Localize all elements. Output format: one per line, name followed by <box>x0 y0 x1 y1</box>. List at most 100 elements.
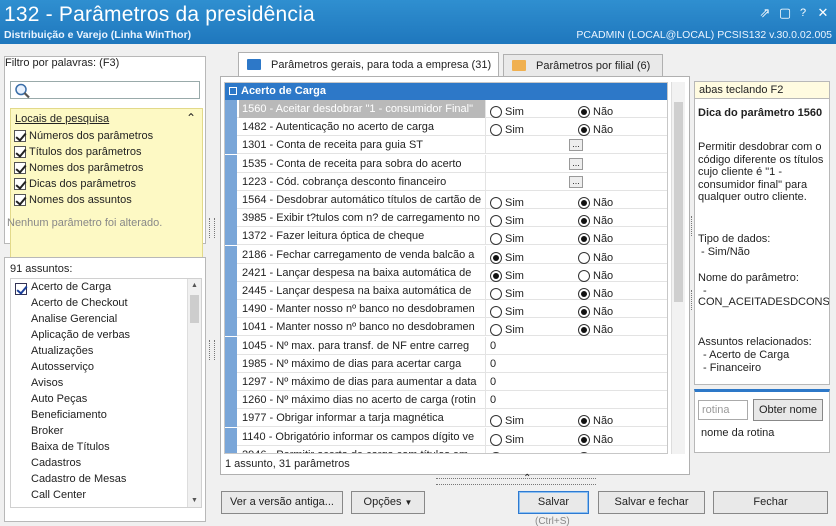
subject-item[interactable]: Auto Peças <box>31 393 87 405</box>
row-indicator <box>225 354 237 373</box>
parameter-value[interactable]: Sim Não <box>487 446 667 453</box>
salvar-button[interactable]: Salvar <box>518 491 589 514</box>
radio-icon <box>578 433 590 446</box>
ver-versao-antiga-button[interactable]: Ver a versão antiga... <box>221 491 343 514</box>
tab-parametros-filial[interactable]: Parâmetros por filial (6) <box>503 54 663 76</box>
parameter-value[interactable]: SimNão <box>487 264 667 282</box>
expand-up-icon[interactable]: ⌃ <box>523 473 531 484</box>
subject-checkbox-icon[interactable] <box>15 283 27 295</box>
hint-tab[interactable]: abas teclando F2 <box>694 81 830 99</box>
parameter-row[interactable]: 2946 - Permitir acerto de carga com títu… <box>225 445 667 453</box>
option-titulos[interactable]: Títulos dos parâmetros <box>14 145 142 159</box>
help-icon[interactable]: ? <box>796 6 810 20</box>
option-numeros[interactable]: Números dos parâmetros <box>14 129 153 143</box>
parameter-row[interactable]: 1297 - Nº máximo de dias para aumentar a… <box>225 373 667 391</box>
parameter-row[interactable]: 2186 - Fechar carregamento de venda balc… <box>225 245 667 264</box>
parameter-value[interactable]: SimNão <box>487 282 667 300</box>
subject-item[interactable]: Aplicação de verbas <box>31 329 130 341</box>
radio-nao[interactable]: Não <box>578 449 613 453</box>
opcoes-button[interactable]: Opções ▼ <box>351 491 425 514</box>
parameter-row[interactable]: 2421 - Lançar despesa na baixa automátic… <box>225 263 667 282</box>
tipo-label: Tipo de dados: <box>698 233 771 245</box>
parameter-value[interactable]: ... <box>487 173 667 191</box>
parameter-value[interactable]: SimNão <box>487 428 667 446</box>
subject-item[interactable]: Atualizações <box>31 345 93 357</box>
parameter-row[interactable]: 1560 - Aceitar desdobrar "1 - consumidor… <box>225 100 667 118</box>
option-nomes-parametros[interactable]: Nomes dos parâmetros <box>14 161 143 175</box>
parameter-value[interactable]: SimNão <box>487 100 667 118</box>
parameter-value[interactable]: SimNão <box>487 409 667 428</box>
group-header[interactable]: Acerto de Carga <box>225 83 667 100</box>
parameter-row[interactable]: 1301 - Conta de receita para guia ST... <box>225 136 667 155</box>
obter-nome-button[interactable]: Obter nome <box>753 399 823 421</box>
radio-icon <box>578 251 590 264</box>
bottom-splitter[interactable] <box>436 478 596 485</box>
option-dicas[interactable]: Dicas dos parâmetros <box>14 177 136 191</box>
subject-item[interactable]: Call Center <box>31 489 86 501</box>
parameter-value[interactable]: ... <box>487 155 667 173</box>
scroll-up-icon[interactable]: ▲ <box>191 282 198 289</box>
radio-sim[interactable]: Sim <box>490 449 524 453</box>
parameter-value[interactable]: SimNão <box>487 300 667 319</box>
subject-item[interactable]: Acerto de Carga <box>31 281 111 293</box>
subjects-scrollbar[interactable]: ▲ ▼ <box>187 279 201 507</box>
parameter-row[interactable]: 1260 - Nº máximo dias no acerto de carga… <box>225 391 667 410</box>
parameter-name: 1041 - Manter nosso nº banco no desdobra… <box>239 318 486 337</box>
scroll-thumb[interactable] <box>190 295 199 323</box>
search-input[interactable] <box>10 81 200 99</box>
fechar-button[interactable]: Fechar <box>713 491 828 514</box>
close-icon[interactable]: ✕ <box>816 6 830 20</box>
subject-item[interactable]: Acerto de Checkout <box>31 297 128 309</box>
subject-item[interactable]: Beneficiamento <box>31 409 107 421</box>
restore-icon[interactable]: ⇗ <box>758 6 772 20</box>
parameter-value[interactable]: 0 <box>487 373 667 391</box>
splitter-handle[interactable] <box>209 218 215 238</box>
assunto-item: - Financeiro <box>703 362 762 374</box>
parameter-row[interactable]: 1490 - Manter nosso nº banco no desdobra… <box>225 300 667 319</box>
parameter-row[interactable]: 1985 - Nº máximo de dias para acertar ca… <box>225 354 667 373</box>
parameter-row[interactable]: 1372 - Fazer leitura óptica de cheque Sim… <box>225 227 667 246</box>
splitter-handle[interactable] <box>209 340 215 360</box>
collapse-icon[interactable]: ⌃ <box>186 111 196 125</box>
parameter-row[interactable]: 1045 - Nº max. para transf. de NF entre … <box>225 336 667 355</box>
collapse-toggle-icon[interactable] <box>229 87 237 95</box>
salvar-fechar-button[interactable]: Salvar e fechar <box>598 491 705 514</box>
parameter-row[interactable]: 2445 - Lançar despesa na baixa automátic… <box>225 282 667 300</box>
ellipsis-button[interactable]: ... <box>569 139 583 152</box>
parameter-row[interactable]: 3985 - Exibir t?tulos com n? de carregam… <box>225 209 667 228</box>
parameter-value[interactable]: 0 <box>487 391 667 409</box>
subject-item[interactable]: Baixa de Títulos <box>31 441 110 453</box>
subject-item[interactable]: Cadastro de Mesas <box>31 473 126 485</box>
tab-parametros-gerais[interactable]: Parâmetros gerais, para toda a empresa (… <box>238 52 499 76</box>
parameter-value[interactable]: SimNão <box>487 318 667 337</box>
parameter-row[interactable]: 1140 - Obrigatório informar os campos dí… <box>225 427 667 446</box>
parameter-row[interactable]: 1564 - Desdobrar automático títulos de c… <box>225 191 667 209</box>
ellipsis-button[interactable]: ... <box>569 157 583 170</box>
subject-item[interactable]: Avisos <box>31 377 63 389</box>
parameter-row[interactable]: 1041 - Manter nosso nº banco no desdobra… <box>225 318 667 337</box>
rotina-input[interactable]: rotina <box>698 400 748 420</box>
parameter-value[interactable]: ... <box>487 136 667 154</box>
parameter-value[interactable]: SimNão <box>487 209 667 228</box>
minimize-icon[interactable]: ▢ <box>778 6 792 20</box>
parameter-value[interactable]: SimNão <box>487 227 667 246</box>
scroll-thumb[interactable] <box>674 102 683 302</box>
parameter-value[interactable]: SimNão <box>487 191 667 209</box>
parameter-row[interactable]: 1223 - Cód. cobrança desconto financeiro… <box>225 172 667 191</box>
ellipsis-button[interactable]: ... <box>569 175 583 188</box>
parameter-value[interactable]: SimNão <box>487 118 667 137</box>
option-nomes-assuntos[interactable]: Nomes dos assuntos <box>14 193 132 207</box>
scroll-down-icon[interactable]: ▼ <box>191 497 198 504</box>
subjects-list[interactable]: ▲ ▼ Acerto de Carga Acerto de Checkout Ana… <box>10 278 202 508</box>
parameter-value[interactable]: SimNão <box>487 246 667 264</box>
parameter-row[interactable]: 1535 - Conta de receita para sobra do ac… <box>225 154 667 173</box>
subject-item[interactable]: Analise Gerencial <box>31 313 117 325</box>
grid-scrollbar[interactable] <box>671 82 685 454</box>
parameter-row[interactable]: 1977 - Obrigar informar a tarja magnétic… <box>225 409 667 428</box>
subject-item[interactable]: Autosserviço <box>31 361 94 373</box>
subject-item[interactable]: Cadastros <box>31 457 81 469</box>
subject-item[interactable]: Broker <box>31 425 63 437</box>
parameter-value[interactable]: 0 <box>487 337 667 355</box>
parameter-value[interactable]: 0 <box>487 355 667 373</box>
parameter-row[interactable]: 1482 - Autenticação no acerto de carga Si… <box>225 118 667 137</box>
